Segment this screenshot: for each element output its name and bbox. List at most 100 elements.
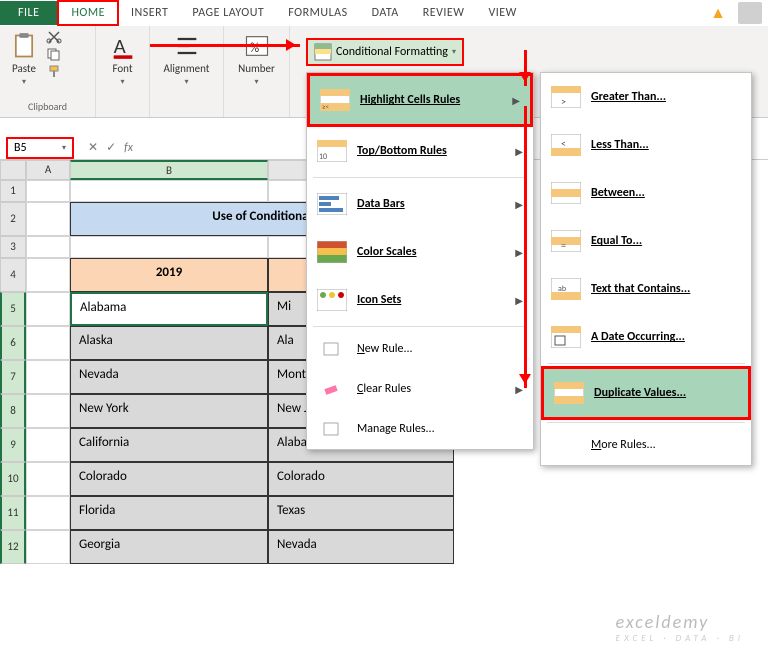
cut-icon[interactable]: [46, 30, 62, 44]
cell[interactable]: [26, 496, 70, 530]
cell[interactable]: [26, 394, 70, 428]
cell[interactable]: [26, 326, 70, 360]
text-contains-icon: ab: [551, 277, 581, 301]
menu-between[interactable]: Between...: [541, 169, 751, 217]
cell[interactable]: Colorado: [268, 462, 454, 496]
tab-review[interactable]: REVIEW: [411, 2, 477, 24]
row-header[interactable]: 1: [0, 180, 26, 202]
cell[interactable]: Alaska: [70, 326, 268, 360]
menu-label: Text that Contains...: [591, 282, 741, 296]
alignment-button[interactable]: Alignment ▾: [156, 30, 217, 89]
row-header[interactable]: 5: [0, 292, 26, 326]
cancel-icon[interactable]: ✕: [88, 140, 98, 155]
menu-label: Clear Rules: [357, 382, 505, 396]
accept-icon[interactable]: ✓: [106, 140, 116, 155]
cell[interactable]: Georgia: [70, 530, 268, 564]
select-all-corner[interactable]: [0, 160, 26, 180]
name-box[interactable]: B5 ▾: [6, 137, 74, 159]
menu-equal-to[interactable]: = Equal To...: [541, 217, 751, 265]
tab-formulas[interactable]: FORMULAS: [276, 2, 359, 24]
cell[interactable]: [26, 462, 70, 496]
clipboard-group-label: Clipboard: [6, 98, 89, 115]
cell[interactable]: Florida: [70, 496, 268, 530]
font-label: Font: [112, 62, 132, 75]
menu-data-bars[interactable]: Data Bars ▶: [307, 180, 533, 228]
cell[interactable]: [26, 428, 70, 462]
tab-home[interactable]: HOME: [57, 0, 119, 26]
menu-less-than[interactable]: < Less Than...: [541, 121, 751, 169]
row-header[interactable]: 11: [0, 496, 26, 530]
menu-new-rule[interactable]: New Rule...: [307, 329, 533, 369]
cell[interactable]: [26, 360, 70, 394]
menu-date-occurring[interactable]: A Date Occurring...: [541, 313, 751, 361]
menu-greater-than[interactable]: > Greater Than...: [541, 73, 751, 121]
cell[interactable]: Colorado: [70, 462, 268, 496]
cell[interactable]: California: [70, 428, 268, 462]
cell[interactable]: Nevada: [70, 360, 268, 394]
chevron-down-icon: ▾: [254, 77, 258, 87]
paste-button[interactable]: Paste ▾: [6, 30, 42, 89]
menu-clear-rules[interactable]: Clear Rules ▶: [307, 369, 533, 409]
tab-view[interactable]: VIEW: [476, 2, 528, 24]
row-header[interactable]: 9: [0, 428, 26, 462]
conditional-formatting-button[interactable]: Conditional Formatting ▾: [306, 38, 464, 66]
row-header[interactable]: 4: [0, 258, 26, 292]
cell[interactable]: [26, 180, 70, 202]
menu-duplicate-values[interactable]: Duplicate Values...: [541, 366, 751, 420]
tab-insert[interactable]: INSERT: [119, 2, 180, 24]
cell[interactable]: [26, 530, 70, 564]
alignment-label: Alignment: [164, 62, 210, 75]
tab-data[interactable]: DATA: [360, 2, 411, 24]
warning-icon[interactable]: ▲: [704, 4, 732, 23]
cell[interactable]: [26, 236, 70, 258]
row-header[interactable]: 3: [0, 236, 26, 258]
row-header[interactable]: 12: [0, 530, 26, 564]
menu-top-bottom-rules[interactable]: 10 Top/Bottom Rules ▶: [307, 127, 533, 175]
svg-text:=: =: [561, 239, 566, 252]
number-label: Number: [238, 62, 275, 75]
font-button[interactable]: A Font ▾: [102, 30, 143, 89]
chevron-down-icon: ▾: [62, 143, 66, 153]
menu-label: Duplicate Values...: [594, 386, 738, 400]
format-painter-icon[interactable]: [46, 64, 62, 78]
row-header[interactable]: 10: [0, 462, 26, 496]
row-header[interactable]: 8: [0, 394, 26, 428]
cell[interactable]: [70, 180, 268, 202]
header-cell[interactable]: 2019: [70, 258, 268, 292]
number-button[interactable]: % Number ▾: [230, 30, 283, 89]
cell[interactable]: Alabama: [70, 292, 268, 326]
row-header[interactable]: 2: [0, 202, 26, 236]
col-header-a[interactable]: A: [26, 160, 70, 180]
menu-icon-sets[interactable]: Icon Sets ▶: [307, 276, 533, 324]
cell[interactable]: [26, 292, 70, 326]
row-header[interactable]: 6: [0, 326, 26, 360]
cell[interactable]: [70, 236, 268, 258]
menu-label: Color Scales: [357, 245, 505, 259]
copy-icon[interactable]: [46, 47, 62, 61]
clipboard-icon: [10, 32, 38, 60]
cell[interactable]: [26, 202, 70, 236]
manage-rules-icon: [317, 417, 347, 441]
menu-color-scales[interactable]: Color Scales ▶: [307, 228, 533, 276]
cell[interactable]: New York: [70, 394, 268, 428]
menu-text-contains[interactable]: ab Text that Contains...: [541, 265, 751, 313]
menu-more-rules[interactable]: More Rules...: [541, 425, 751, 465]
svg-text:>: >: [561, 95, 566, 108]
fx-icon[interactable]: fx: [124, 141, 133, 155]
user-avatar[interactable]: [738, 2, 762, 24]
cell[interactable]: [26, 258, 70, 292]
menu-highlight-cells-rules[interactable]: ≥< Highlight Cells Rules ▶: [307, 73, 533, 127]
svg-text:<: <: [561, 137, 566, 150]
conditional-formatting-menu: ≥< Highlight Cells Rules ▶ 10 Top/Bottom…: [306, 72, 534, 450]
cell[interactable]: Texas: [268, 496, 454, 530]
col-header-b[interactable]: B: [70, 160, 268, 180]
equal-to-icon: =: [551, 229, 581, 253]
menu-manage-rules[interactable]: Manage Rules...: [307, 409, 533, 449]
tab-page-layout[interactable]: PAGE LAYOUT: [180, 2, 276, 24]
cell[interactable]: Nevada: [268, 530, 454, 564]
menu-label: Greater Than...: [591, 90, 741, 104]
conditional-formatting-label: Conditional Formatting: [336, 45, 448, 59]
row-header[interactable]: 7: [0, 360, 26, 394]
tab-file[interactable]: FILE: [0, 1, 57, 25]
chevron-right-icon: ▶: [515, 198, 523, 211]
